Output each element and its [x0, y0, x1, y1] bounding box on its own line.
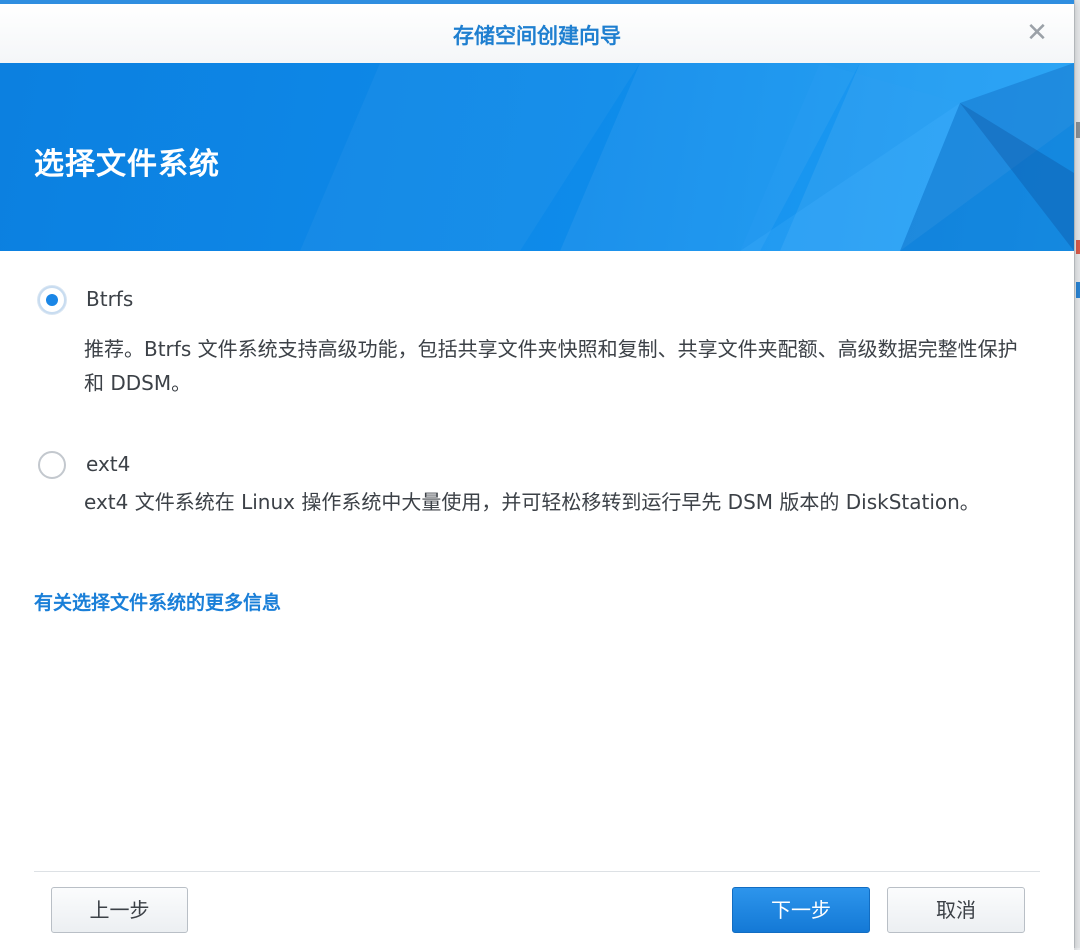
more-info-link[interactable]: 有关选择文件系统的更多信息 — [34, 588, 281, 615]
back-button[interactable]: 上一步 — [51, 887, 188, 933]
ext4-radio[interactable] — [38, 451, 66, 479]
background-window-mark — [1076, 122, 1080, 138]
btrfs-description: 推荐。Btrfs 文件系统支持高级功能，包括共享文件夹快照和复制、共享文件夹配额… — [84, 337, 1018, 395]
btrfs-label[interactable]: Btrfs — [86, 287, 133, 311]
background-window-edge — [1074, 0, 1080, 948]
footer-divider — [34, 871, 1040, 872]
close-icon[interactable]: ✕ — [1022, 18, 1052, 48]
wizard-dialog: 存储空间创建向导 ✕ 选择文件系统 Btrfs 推荐。Btrfs 文件系统支持高… — [0, 0, 1074, 950]
background-window-mark — [1076, 282, 1080, 298]
header-banner: 选择文件系统 — [0, 63, 1074, 251]
btrfs-radio[interactable] — [38, 286, 66, 314]
cancel-button[interactable]: 取消 — [887, 887, 1025, 933]
ext4-description: ext4 文件系统在 Linux 操作系统中大量使用，并可轻松移转到运行早先 D… — [84, 490, 980, 514]
next-button[interactable]: 下一步 — [732, 887, 870, 933]
background-window-mark — [1076, 240, 1080, 254]
dialog-title: 存储空间创建向导 — [453, 24, 621, 48]
ext4-label[interactable]: ext4 — [86, 452, 130, 476]
dialog-titlebar: 存储空间创建向导 ✕ — [0, 4, 1074, 63]
wizard-content: Btrfs 推荐。Btrfs 文件系统支持高级功能，包括共享文件夹快照和复制、共… — [0, 251, 1074, 865]
step-heading: 选择文件系统 — [34, 147, 220, 182]
